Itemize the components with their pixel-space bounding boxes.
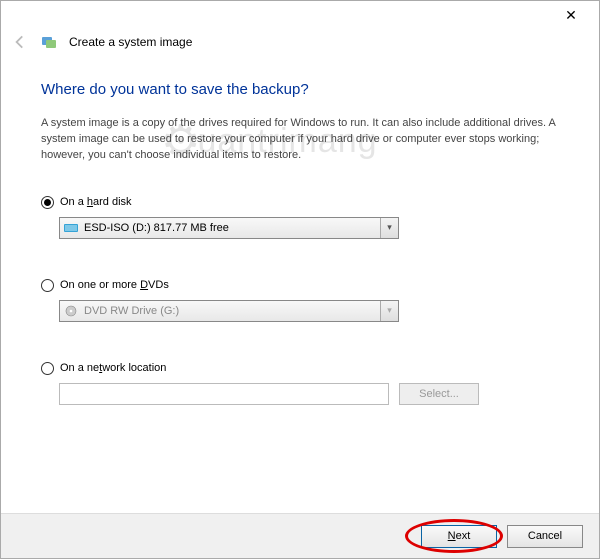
system-image-icon — [41, 34, 57, 50]
hard-disk-value: ESD-ISO (D:) 817.77 MB free — [84, 222, 229, 234]
dvd-dropdown[interactable]: DVD RW Drive (G:) ▾ — [59, 300, 399, 322]
radio-dvds[interactable]: On one or more DVDs — [41, 279, 559, 292]
network-location-input[interactable] — [59, 383, 389, 405]
radio-label-network: On a network location — [60, 362, 166, 374]
radio-label-dvds: On one or more DVDs — [60, 279, 169, 291]
option-hard-disk: On a hard disk ESD-ISO (D:) 817.77 MB fr… — [41, 196, 559, 239]
wizard-window: ✕ Create a system image ⚙uantrimang Wher… — [0, 0, 600, 559]
header: Create a system image — [11, 33, 192, 51]
back-arrow-icon[interactable] — [11, 33, 29, 51]
select-button: Select... — [399, 383, 479, 405]
chevron-down-icon: ▾ — [380, 218, 398, 238]
hard-disk-dropdown[interactable]: ESD-ISO (D:) 817.77 MB free ▾ — [59, 217, 399, 239]
radio-icon — [41, 279, 54, 292]
window-title: Create a system image — [69, 35, 192, 49]
next-button[interactable]: Next — [421, 525, 497, 548]
footer: Next Cancel — [1, 513, 599, 558]
radio-icon — [41, 362, 54, 375]
radio-label-hard-disk: On a hard disk — [60, 196, 132, 208]
page-heading: Where do you want to save the backup? — [41, 81, 559, 98]
close-button[interactable]: ✕ — [551, 5, 591, 25]
disc-icon — [64, 305, 78, 317]
option-network: On a network location Select... — [41, 362, 559, 405]
dvd-value: DVD RW Drive (G:) — [84, 305, 179, 317]
radio-icon — [41, 196, 54, 209]
drive-icon — [64, 222, 78, 234]
description-text: A system image is a copy of the drives r… — [41, 116, 559, 164]
content-area: Where do you want to save the backup? A … — [41, 81, 559, 445]
option-dvds: On one or more DVDs DVD RW Drive (G:) ▾ — [41, 279, 559, 322]
chevron-down-icon: ▾ — [380, 301, 398, 321]
radio-hard-disk[interactable]: On a hard disk — [41, 196, 559, 209]
cancel-button[interactable]: Cancel — [507, 525, 583, 548]
close-icon: ✕ — [565, 7, 577, 24]
radio-network[interactable]: On a network location — [41, 362, 559, 375]
